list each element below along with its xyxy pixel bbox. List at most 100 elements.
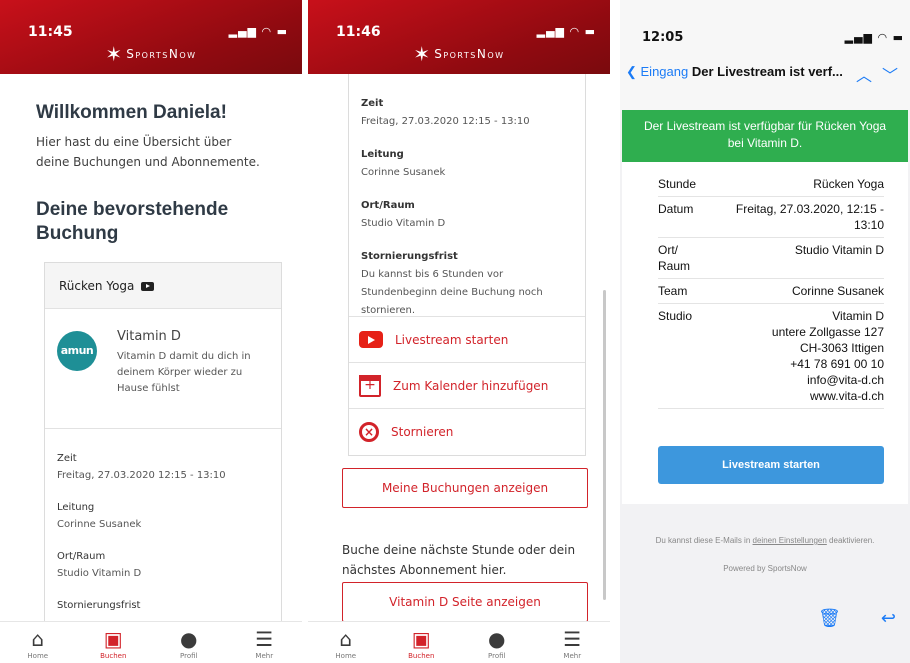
calendar-icon: ▣	[103, 627, 123, 651]
table-row: Team Corinne Susanek	[658, 279, 884, 304]
tab-mehr[interactable]: ☰ Mehr	[227, 622, 303, 663]
detail-label: Leitung	[361, 149, 404, 160]
tab-buchen[interactable]: ▣ Buchen	[76, 622, 152, 663]
page-subtitle: Hier hast du eine Übersicht über deine B…	[36, 135, 260, 169]
detail-value: Freitag, 27.03.2020 12:15 - 13:10	[361, 116, 530, 127]
phone-booking-detail-screen: Zeit Freitag, 27.03.2020 12:15 - 13:10 L…	[308, 0, 610, 663]
table-row: Ort/ Raum Studio Vitamin D	[658, 238, 884, 279]
tab-mehr[interactable]: ☰ Mehr	[535, 622, 611, 663]
detail-label: Stornierungsfrist	[361, 251, 458, 262]
powered-by: Powered by SportsNow	[723, 564, 807, 573]
status-time: 12:05	[642, 30, 684, 45]
livestream-start-button[interactable]: Livestream starten	[658, 446, 884, 484]
calendar-icon: ▣	[411, 627, 431, 651]
studio-name: Vitamin D	[117, 329, 181, 344]
tab-bar: ⌂ Home ▣ Buchen ● Profil ☰ Mehr	[0, 621, 302, 663]
row-label: Team	[658, 284, 688, 298]
tab-home[interactable]: ⌂ Home	[308, 622, 384, 663]
mail-prev-next[interactable]: ︿﹀	[856, 62, 908, 86]
mail-header: 12:05 ▂▄▆ ◠ ▬ ❮ Eingang Der Livestream i…	[620, 0, 910, 110]
row-value: Vitamin D untere Zollgasse 127 CH-3063 I…	[771, 309, 884, 403]
logo-wordmark: SportsNow	[126, 47, 197, 61]
row-value: Corinne Susanek	[791, 284, 884, 298]
chevron-up-icon[interactable]: ︿	[856, 68, 882, 85]
detail-label: Leitung	[57, 502, 95, 513]
tab-profil[interactable]: ● Profil	[459, 622, 535, 663]
tab-label: Buchen	[408, 652, 435, 660]
sportsnow-logo-icon: ✶	[105, 42, 123, 66]
row-value: Studio Vitamin D	[794, 243, 884, 257]
tab-home[interactable]: ⌂ Home	[0, 622, 76, 663]
status-time: 11:46	[336, 24, 381, 40]
booking-card[interactable]: Rücken Yoga amun Vitamin D Vitamin D dam…	[44, 262, 282, 663]
mail-toolbar: 🗑 ↩	[818, 608, 896, 629]
mail-body: Der Livestream ist verfügbar für Rücken …	[622, 110, 908, 504]
detail-label: Ort/Raum	[361, 200, 415, 211]
page-title: Willkommen Daniela!	[36, 102, 227, 123]
studio-page-button[interactable]: Vitamin D Seite anzeigen	[342, 582, 588, 622]
detail-value: Studio Vitamin D	[361, 218, 446, 229]
studio-description: Vitamin D damit du dich in deinem Körper…	[117, 351, 251, 394]
row-value: Freitag, 27.03.2020, 12:15 - 13:10	[735, 202, 884, 232]
status-icons: ▂▄▆ ◠ ▬	[844, 31, 904, 44]
studio-info[interactable]: amun Vitamin D Vitamin D damit du dich i…	[45, 309, 281, 429]
youtube-icon	[141, 282, 155, 291]
sportsnow-logo[interactable]: ✶ SportsNow	[105, 44, 196, 64]
youtube-icon	[359, 331, 383, 348]
livestream-start-button[interactable]: Livestream starten	[349, 316, 585, 362]
row-label: Ort/ Raum	[658, 243, 691, 273]
add-to-calendar-button[interactable]: + Zum Kalender hinzufügen	[349, 362, 585, 408]
phone-home-screen: 11:45 ▂▄▆ ◠ ▬ ✶ SportsNow Willkommen Dan…	[0, 0, 302, 663]
row-value: Rücken Yoga	[813, 177, 884, 191]
mail-footer: Du kannst diese E-Mails in deinen Einste…	[620, 536, 910, 545]
tab-buchen[interactable]: ▣ Buchen	[384, 622, 460, 663]
sportsnow-logo-icon: ✶	[413, 42, 431, 66]
booking-details: Zeit Freitag, 27.03.2020 12:15 - 13:10 L…	[45, 429, 281, 611]
phone-mail-screen: 12:05 ▂▄▆ ◠ ▬ ❮ Eingang Der Livestream i…	[620, 0, 910, 663]
mail-subject: Der Livestream ist verf...	[691, 64, 843, 79]
status-icons: ▂▄▆ ◠ ▬	[536, 25, 596, 38]
status-icons: ▂▄▆ ◠ ▬	[228, 25, 288, 38]
my-bookings-button[interactable]: Meine Buchungen anzeigen	[342, 468, 588, 508]
trash-icon[interactable]: 🗑	[818, 608, 841, 629]
user-icon: ●	[180, 627, 198, 651]
class-name: Rücken Yoga	[59, 279, 135, 293]
booking-card-header: Rücken Yoga	[45, 263, 281, 309]
studio-logo: amun	[57, 331, 97, 371]
home-icon: ⌂	[31, 627, 45, 651]
tab-label: Home	[335, 652, 357, 660]
scrollbar[interactable]	[603, 290, 606, 600]
back-button[interactable]: ❮ Eingang	[626, 64, 688, 79]
menu-icon: ☰	[563, 627, 582, 651]
menu-icon: ☰	[255, 627, 274, 651]
detail-value: Corinne Susanek	[57, 519, 142, 530]
status-time: 11:45	[28, 24, 73, 40]
detail-label: Stornierungsfrist	[57, 600, 141, 611]
settings-link[interactable]: deinen Einstellungen	[753, 536, 827, 545]
detail-value: Freitag, 27.03.2020 12:15 - 13:10	[57, 470, 226, 481]
detail-label: Zeit	[57, 453, 77, 464]
calendar-add-icon: +	[359, 374, 381, 397]
booking-details: Zeit Freitag, 27.03.2020 12:15 - 13:10 L…	[349, 74, 585, 320]
tab-label: Mehr	[563, 652, 582, 660]
app-header: 11:45 ▂▄▆ ◠ ▬ ✶ SportsNow	[0, 0, 302, 74]
booking-detail-card: Zeit Freitag, 27.03.2020 12:15 - 13:10 L…	[348, 74, 586, 456]
sportsnow-logo[interactable]: ✶ SportsNow	[413, 44, 504, 64]
mail-nav-bar: ❮ Eingang Der Livestream ist verf... ︿﹀	[626, 64, 910, 85]
logo-wordmark: SportsNow	[434, 47, 505, 61]
chevron-down-icon[interactable]: ﹀	[882, 68, 908, 85]
row-label: Stunde	[658, 177, 697, 191]
user-icon: ●	[488, 627, 506, 651]
action-label: Stornieren	[391, 424, 454, 439]
footer-text: deaktivieren.	[829, 536, 875, 545]
footer-text: Du kannst diese E-Mails in	[655, 536, 751, 545]
section-title: Deine bevorstehende Buchung	[36, 199, 229, 244]
cancel-booking-button[interactable]: × Stornieren	[349, 408, 585, 454]
tab-profil[interactable]: ● Profil	[151, 622, 227, 663]
tab-bar: ⌂ Home ▣ Buchen ● Profil ☰ Mehr	[308, 621, 610, 663]
app-header: 11:46 ▂▄▆ ◠ ▬ ✶ SportsNow	[308, 0, 610, 74]
action-label: Livestream starten	[395, 332, 509, 347]
detail-label: Ort/Raum	[57, 551, 106, 562]
reply-icon[interactable]: ↩	[881, 608, 896, 629]
detail-value: Corinne Susanek	[361, 167, 446, 178]
